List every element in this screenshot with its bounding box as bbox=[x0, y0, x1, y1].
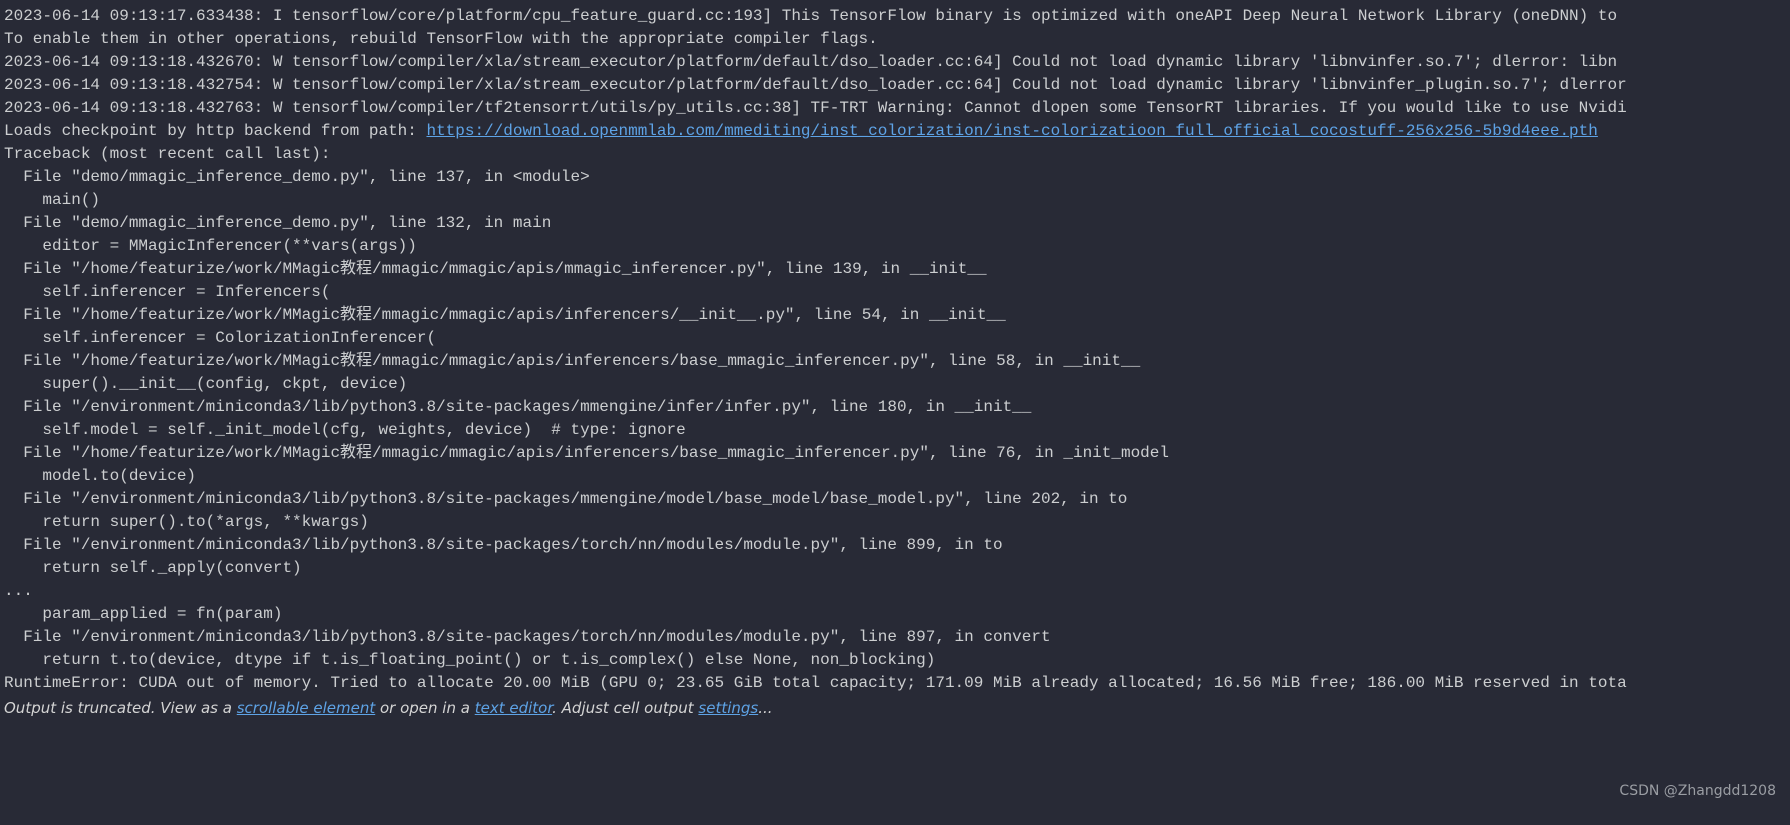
log-line: self.inferencer = ColorizationInferencer… bbox=[4, 327, 1786, 350]
log-line: 2023-06-14 09:13:18.432670: W tensorflow… bbox=[4, 51, 1786, 74]
log-line: return super().to(*args, **kwargs) bbox=[4, 511, 1786, 534]
terminal-output: 2023-06-14 09:13:17.633438: I tensorflow… bbox=[0, 0, 1790, 725]
trunc-text: or open in a bbox=[375, 699, 475, 717]
log-line: return self._apply(convert) bbox=[4, 557, 1786, 580]
log-line: editor = MMagicInferencer(**vars(args)) bbox=[4, 235, 1786, 258]
settings-link[interactable]: settings bbox=[698, 699, 758, 717]
log-line: main() bbox=[4, 189, 1786, 212]
log-line: ... bbox=[4, 580, 1786, 603]
watermark-text: CSDN @Zhangdd1208 bbox=[1619, 780, 1776, 803]
log-line: File "/home/featurize/work/MMagic教程/mmag… bbox=[4, 304, 1786, 327]
log-line: Traceback (most recent call last): bbox=[4, 143, 1786, 166]
truncation-notice: Output is truncated. View as a scrollabl… bbox=[4, 697, 1786, 720]
log-line: File "/home/featurize/work/MMagic教程/mmag… bbox=[4, 258, 1786, 281]
log-line: 2023-06-14 09:13:18.432754: W tensorflow… bbox=[4, 74, 1786, 97]
checkpoint-url-link[interactable]: https://download.openmmlab.com/mmediting… bbox=[426, 122, 1597, 140]
log-line: File "/environment/miniconda3/lib/python… bbox=[4, 488, 1786, 511]
log-text: Loads checkpoint by http backend from pa… bbox=[4, 122, 426, 140]
text-editor-link[interactable]: text editor bbox=[475, 699, 552, 717]
log-line: self.inferencer = Inferencers( bbox=[4, 281, 1786, 304]
trunc-text: . Adjust cell output bbox=[552, 699, 698, 717]
scrollable-element-link[interactable]: scrollable element bbox=[237, 699, 375, 717]
log-line: super().__init__(config, ckpt, device) bbox=[4, 373, 1786, 396]
log-line: Loads checkpoint by http backend from pa… bbox=[4, 120, 1786, 143]
trunc-text: Output is truncated. View as a bbox=[4, 699, 237, 717]
log-line: 2023-06-14 09:13:18.432763: W tensorflow… bbox=[4, 97, 1786, 120]
log-line: model.to(device) bbox=[4, 465, 1786, 488]
log-line: self.model = self._init_model(cfg, weigh… bbox=[4, 419, 1786, 442]
log-line: RuntimeError: CUDA out of memory. Tried … bbox=[4, 672, 1786, 695]
log-line: File "demo/mmagic_inference_demo.py", li… bbox=[4, 166, 1786, 189]
log-line: File "/environment/miniconda3/lib/python… bbox=[4, 396, 1786, 419]
log-line: File "/environment/miniconda3/lib/python… bbox=[4, 626, 1786, 649]
log-line: To enable them in other operations, rebu… bbox=[4, 28, 1786, 51]
log-line: File "/home/featurize/work/MMagic教程/mmag… bbox=[4, 442, 1786, 465]
log-line: return t.to(device, dtype if t.is_floati… bbox=[4, 649, 1786, 672]
log-line: param_applied = fn(param) bbox=[4, 603, 1786, 626]
log-line: File "/environment/miniconda3/lib/python… bbox=[4, 534, 1786, 557]
log-line: 2023-06-14 09:13:17.633438: I tensorflow… bbox=[4, 5, 1786, 28]
trunc-text: ... bbox=[758, 699, 772, 717]
log-line: File "/home/featurize/work/MMagic教程/mmag… bbox=[4, 350, 1786, 373]
log-line: File "demo/mmagic_inference_demo.py", li… bbox=[4, 212, 1786, 235]
